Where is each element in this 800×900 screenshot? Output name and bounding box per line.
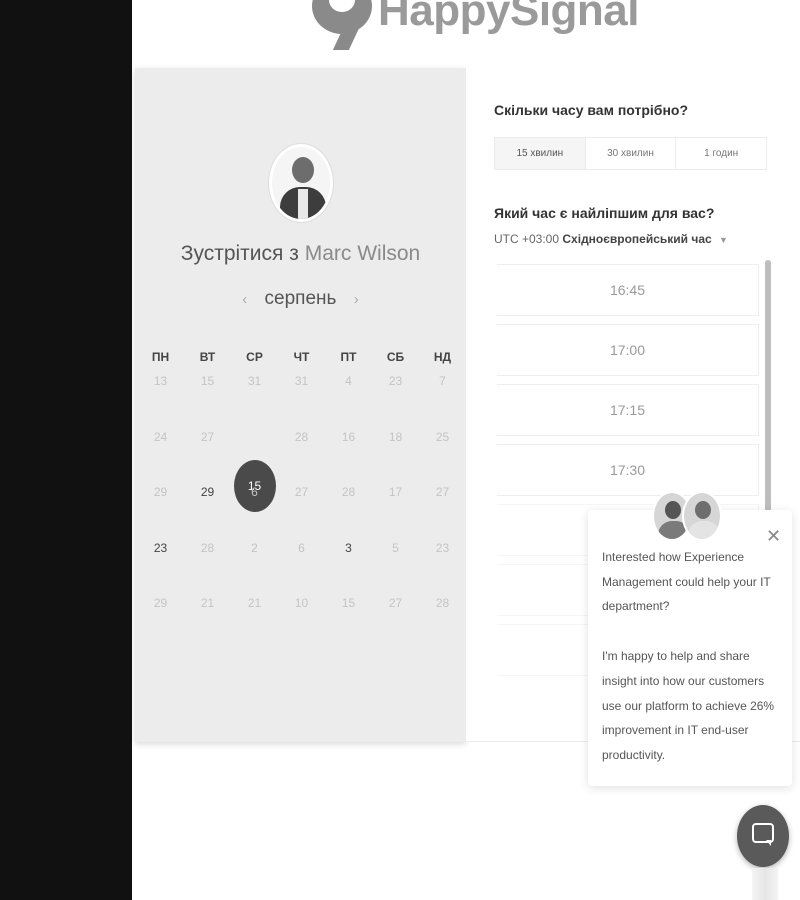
weekday-label: ЧТ xyxy=(293,350,310,364)
timezone-name: Східноєвропейський час xyxy=(562,232,712,246)
chat-message-1: Interested how Experience Management cou… xyxy=(602,550,771,614)
weekday-label: ПН xyxy=(151,350,170,364)
calendar-day[interactable]: 23 xyxy=(419,541,466,597)
calendar-day[interactable]: 24 xyxy=(137,430,184,486)
weekday-label: НД xyxy=(433,350,452,364)
time-slot[interactable]: 17:00 xyxy=(497,324,759,376)
calendar-day[interactable]: 28 xyxy=(184,541,231,597)
calendar-card: Зустрітися з Marc Wilson ‹ серпень › ПН … xyxy=(135,68,466,742)
calendar-day-grid: 13 15 31 31 4 23 7 24 27 15 28 16 18 25 29 29 6 27 28 17 27 2… xyxy=(137,374,465,652)
calendar-day[interactable]: 25 xyxy=(419,430,466,486)
calendar-day[interactable]: 21 xyxy=(184,596,231,652)
calendar-day[interactable]: 27 xyxy=(419,485,466,541)
weekday-label: ПТ xyxy=(340,350,357,364)
weekday-header: ПН ВТ СР ЧТ ПТ СБ НД xyxy=(137,350,465,364)
chat-bubble-icon xyxy=(752,823,774,846)
calendar-day[interactable]: 3 xyxy=(325,541,372,597)
weekday-label: ВТ xyxy=(199,350,216,364)
duration-option-15[interactable]: 15 хвилин xyxy=(495,138,586,169)
calendar-day[interactable]: 2 xyxy=(231,541,278,597)
meeting-title-prefix: Зустрітися з xyxy=(180,242,299,265)
calendar-day-selected[interactable]: 15 xyxy=(231,430,278,512)
chat-launcher-button[interactable] xyxy=(737,805,789,867)
calendar-day[interactable]: 17 xyxy=(372,485,419,541)
caret-down-icon: ▼ xyxy=(719,235,728,245)
calendar-day[interactable]: 6 xyxy=(231,485,278,541)
calendar-day[interactable]: 10 xyxy=(278,596,325,652)
calendar-day[interactable]: 31 xyxy=(231,374,278,430)
calendar-day[interactable]: 29 xyxy=(137,596,184,652)
prev-month-chevron-icon[interactable]: ‹ xyxy=(230,291,259,308)
calendar-day[interactable]: 29 xyxy=(184,485,231,541)
weekday-label: СБ xyxy=(386,350,405,364)
left-dark-panel xyxy=(0,0,132,900)
calendar-day[interactable]: 21 xyxy=(231,596,278,652)
calendar-day[interactable]: 13 xyxy=(137,374,184,430)
happysignals-logo: HappySignals xyxy=(308,0,638,52)
timezone-offset: UTC +03:00 xyxy=(494,232,560,246)
duration-selector: 15 хвилин 30 хвилин 1 годин xyxy=(494,137,767,170)
timezone-selector[interactable]: UTC +03:00 Східноєвропейський час ▼ xyxy=(494,232,728,246)
calendar-day[interactable]: 27 xyxy=(372,596,419,652)
time-slot[interactable]: 17:15 xyxy=(497,384,759,436)
calendar-day[interactable]: 28 xyxy=(278,430,325,486)
calendar-day[interactable]: 27 xyxy=(278,485,325,541)
page-edge-shadow xyxy=(752,868,778,900)
time-slot-scrollbar[interactable] xyxy=(765,260,771,516)
calendar-day[interactable]: 5 xyxy=(372,541,419,597)
duration-option-30[interactable]: 30 хвилин xyxy=(586,138,677,169)
month-label: серпень xyxy=(264,288,337,309)
calendar-day[interactable]: 7 xyxy=(419,374,466,430)
host-name: Marc Wilson xyxy=(304,242,421,265)
calendar-day[interactable]: 23 xyxy=(372,374,419,430)
logo-text: HappySignals xyxy=(378,0,638,35)
chat-popup-message: Interested how Experience Management cou… xyxy=(602,545,778,768)
close-icon[interactable]: ✕ xyxy=(766,527,781,545)
calendar-day[interactable]: 15 xyxy=(325,596,372,652)
calendar-day[interactable]: 28 xyxy=(419,596,466,652)
calendar-day[interactable]: 16 xyxy=(325,430,372,486)
chat-agent-avatars xyxy=(652,491,724,541)
calendar-day[interactable]: 15 xyxy=(184,374,231,430)
calendar-day[interactable]: 6 xyxy=(278,541,325,597)
logo-mark-icon xyxy=(312,0,372,34)
calendar-day[interactable]: 29 xyxy=(137,485,184,541)
meeting-title: Зустрітися з Marc Wilson xyxy=(135,242,466,266)
calendar-day[interactable]: 4 xyxy=(325,374,372,430)
calendar-day[interactable]: 27 xyxy=(184,430,231,486)
duration-option-60[interactable]: 1 годин xyxy=(676,138,766,169)
calendar-day[interactable]: 23 xyxy=(137,541,184,597)
calendar-day[interactable]: 31 xyxy=(278,374,325,430)
agent-avatar xyxy=(682,491,722,541)
calendar-day[interactable]: 18 xyxy=(372,430,419,486)
chat-message-2: I'm happy to help and share insight into… xyxy=(602,649,775,762)
month-navigation: ‹ серпень › xyxy=(135,288,466,310)
time-question: Який час є найліпшим для вас? xyxy=(494,205,715,221)
calendar-day[interactable]: 28 xyxy=(325,485,372,541)
time-slot[interactable]: 16:45 xyxy=(497,264,759,316)
time-slot[interactable]: 17:30 xyxy=(497,444,759,496)
host-avatar xyxy=(269,144,333,222)
next-month-chevron-icon[interactable]: › xyxy=(342,291,371,308)
duration-question: Скільки часу вам потрібно? xyxy=(494,102,689,118)
weekday-label: СР xyxy=(246,350,263,364)
